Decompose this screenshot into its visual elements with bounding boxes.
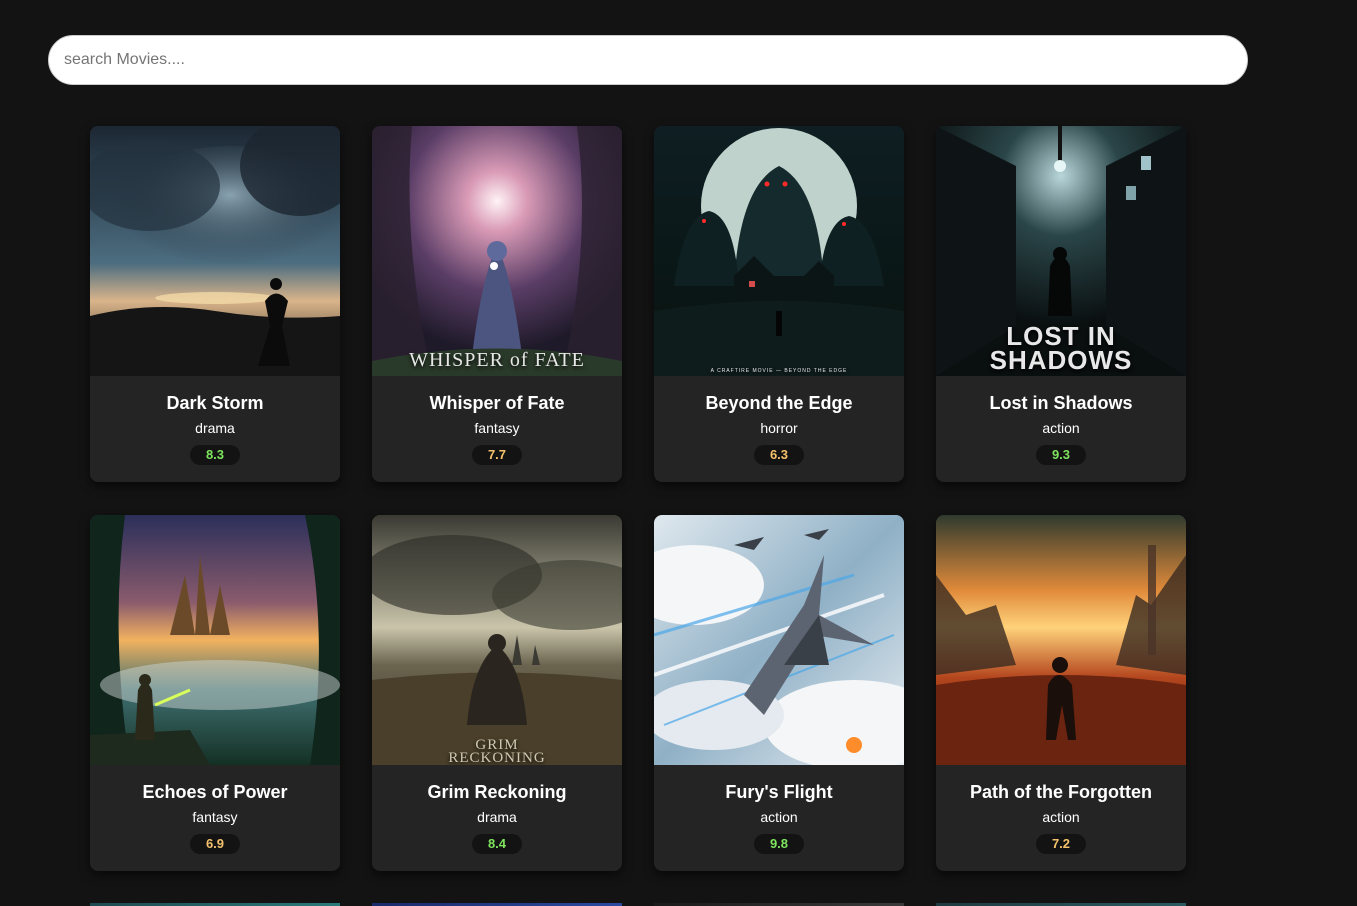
movie-title: Grim Reckoning [427,782,567,802]
search-input[interactable] [48,35,1248,85]
movie-poster[interactable] [90,515,340,765]
movie-card[interactable]: Path of the Forgotten action 7.2 [936,515,1186,871]
movie-title: Fury's Flight [725,782,833,802]
movie-card[interactable]: Echoes of Power fantasy 6.9 [90,515,340,871]
rating-badge: 7.2 [1036,834,1086,854]
movie-card[interactable]: A CRAFTIRE MOVIE — BEYOND THE EDGE Beyon… [654,126,904,482]
movie-poster[interactable] [936,515,1186,765]
poster-title-text: GRIM RECKONING [448,737,546,766]
rating-badge: 9.3 [1036,445,1086,465]
rating-badge: 9.8 [754,834,804,854]
rating-badge: 7.7 [472,445,522,465]
movie-title: Whisper of Fate [429,393,565,413]
movie-poster[interactable]: A CRAFTIRE MOVIE — BEYOND THE EDGE [654,126,904,376]
movie-genre: fantasy [474,420,520,436]
movie-genre: action [1042,420,1080,436]
movie-title: Path of the Forgotten [970,782,1152,802]
movie-genre: action [1042,809,1080,825]
movie-card[interactable]: Fury's Flight action 9.8 [654,515,904,871]
movie-genre: drama [477,809,517,825]
movie-poster[interactable] [90,126,340,376]
poster-title-text: A CRAFTIRE MOVIE — BEYOND THE EDGE [710,368,848,374]
search-bar [48,35,1248,85]
movie-card[interactable]: GRIM RECKONING Grim Reckoning drama 8.4 [372,515,622,871]
rating-badge: 8.4 [472,834,522,854]
poster-title-text: WHISPER of FATE [409,349,585,371]
movie-genre: horror [760,420,798,436]
movie-poster[interactable]: WHISPER of FATE [372,126,622,376]
movie-card[interactable]: LOST IN SHADOWS Lost in Shadows action 9… [936,126,1186,482]
poster-title-text: LOST IN SHADOWS [989,321,1133,375]
rating-badge: 8.3 [190,445,240,465]
movie-genre: fantasy [192,809,238,825]
movie-poster[interactable]: LOST IN SHADOWS [936,126,1186,376]
rating-badge: 6.9 [190,834,240,854]
movie-card[interactable]: Dark Storm drama 8.3 [90,126,340,482]
movie-title: Lost in Shadows [989,393,1133,413]
rating-badge: 6.3 [754,445,804,465]
movie-poster[interactable]: GRIM RECKONING [372,515,622,765]
movie-grid: Dark Storm drama 8.3 WHISPER of FATE Whi… [90,126,1186,871]
movie-title: Beyond the Edge [705,393,853,413]
movie-genre: drama [195,420,235,436]
movie-genre: action [760,809,798,825]
movie-poster[interactable] [654,515,904,765]
movie-title: Echoes of Power [142,782,288,802]
movie-title: Dark Storm [166,393,264,413]
movie-card[interactable]: WHISPER of FATE Whisper of Fate fantasy … [372,126,622,482]
